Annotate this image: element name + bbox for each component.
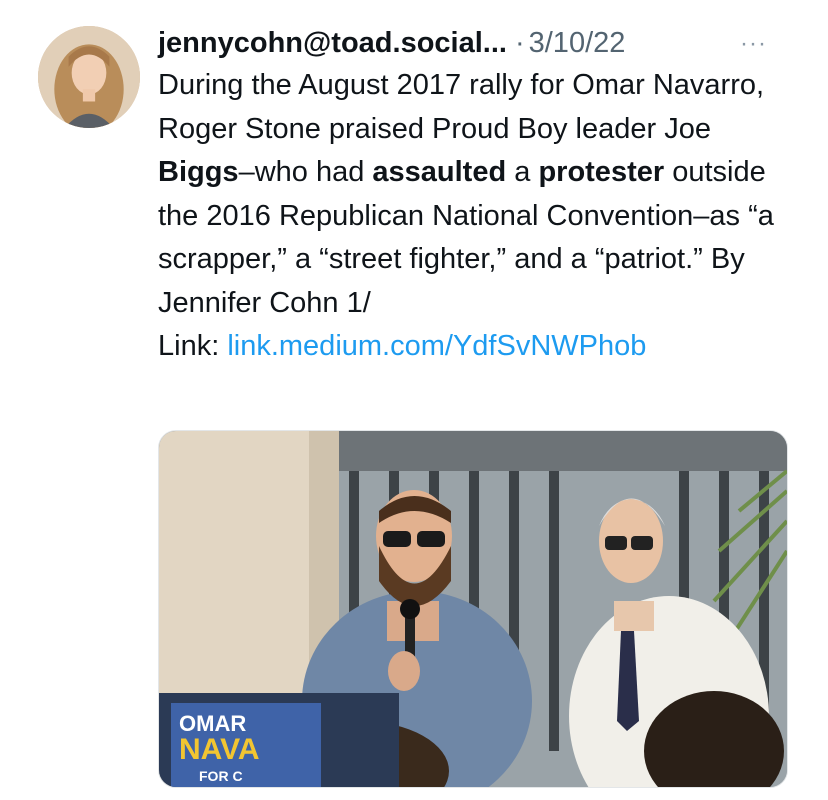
tweet-text: During the August 2017 rally for Omar Na…: [158, 64, 798, 369]
link-prefix: Link:: [158, 330, 228, 362]
tweet-text-bold: Biggs: [158, 156, 239, 188]
tweet-header: jennycohn@toad.social... · 3/10/22: [158, 24, 625, 62]
sign-text-line3: FOR C: [199, 768, 243, 784]
medium-link[interactable]: link.medium.com/YdfSvNWPhob: [227, 330, 646, 362]
rally-photo: OMAR NAVA FOR C: [159, 431, 787, 787]
tweet-text-bold: protester: [538, 156, 665, 188]
tweet-text-bold: assaulted: [372, 156, 507, 188]
more-options-icon[interactable]: ···: [740, 30, 767, 58]
link-row: Link: link.medium.com/YdfSvNWPhob: [158, 325, 798, 369]
tweet-text-part: During the August 2017 rally for Omar Na…: [158, 69, 765, 145]
header-separator: ·: [514, 27, 525, 59]
tweet-text-part: –who had: [238, 156, 373, 188]
tweet-date[interactable]: 3/10/22: [529, 27, 626, 59]
sign-text-line2: NAVA: [179, 733, 260, 766]
tweet-text-part: a: [506, 156, 539, 188]
author-handle[interactable]: jennycohn@toad.social...: [158, 27, 507, 59]
avatar[interactable]: [38, 26, 140, 128]
tweet-media-image[interactable]: OMAR NAVA FOR C: [158, 430, 788, 788]
avatar-image: [38, 26, 140, 128]
